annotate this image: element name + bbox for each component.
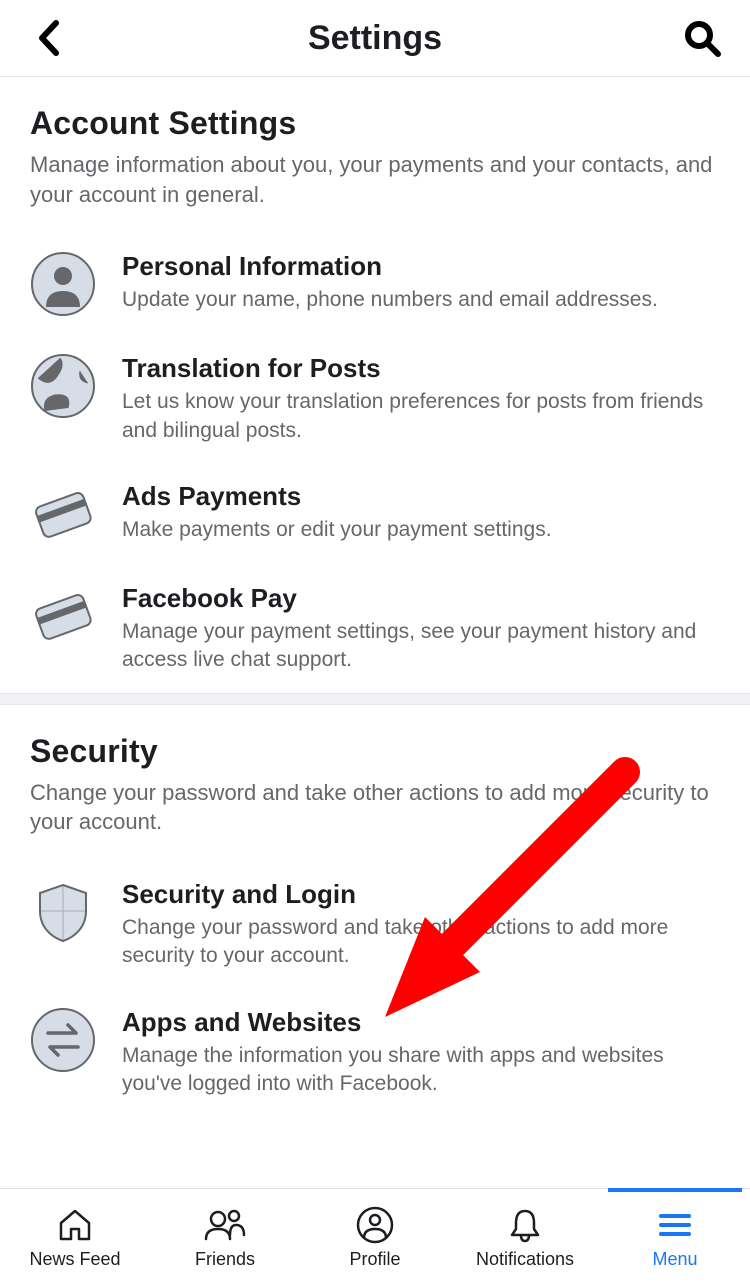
item-body: Translation for Posts Let us know your t…	[122, 353, 720, 445]
section-desc: Change your password and take other acti…	[30, 778, 720, 837]
item-facebook-pay[interactable]: Facebook Pay Manage your payment setting…	[0, 565, 750, 693]
section-divider	[0, 693, 750, 705]
section-desc: Manage information about you, your payme…	[30, 150, 720, 209]
tab-news-feed[interactable]: News Feed	[0, 1189, 150, 1286]
item-body: Ads Payments Make payments or edit your …	[122, 481, 720, 544]
item-desc: Manage your payment settings, see your p…	[122, 618, 720, 675]
item-title: Facebook Pay	[122, 583, 720, 614]
item-title: Apps and Websites	[122, 1007, 720, 1038]
chevron-left-icon	[36, 19, 60, 57]
tab-label: Friends	[195, 1249, 255, 1270]
item-translation[interactable]: Translation for Posts Let us know your t…	[0, 335, 750, 463]
item-title: Security and Login	[122, 879, 720, 910]
content: Account Settings Manage information abou…	[0, 77, 750, 1175]
item-title: Ads Payments	[122, 481, 720, 512]
item-desc: Change your password and take other acti…	[122, 914, 720, 971]
tab-label: Profile	[349, 1249, 400, 1270]
globe-icon	[30, 353, 96, 419]
item-ads-payments[interactable]: Ads Payments Make payments or edit your …	[0, 463, 750, 565]
tab-profile[interactable]: Profile	[300, 1189, 450, 1286]
section-title: Account Settings	[30, 105, 720, 142]
person-icon	[30, 251, 96, 317]
item-apps-websites[interactable]: Apps and Websites Manage the information…	[0, 989, 750, 1117]
tab-notifications[interactable]: Notifications	[450, 1189, 600, 1286]
page-title: Settings	[68, 19, 682, 58]
item-personal-information[interactable]: Personal Information Update your name, p…	[0, 233, 750, 335]
section-account-settings: Account Settings Manage information abou…	[0, 77, 750, 233]
tab-friends[interactable]: Friends	[150, 1189, 300, 1286]
tab-label: Notifications	[476, 1249, 574, 1270]
tab-label: Menu	[652, 1249, 697, 1270]
profile-icon	[355, 1205, 395, 1245]
swap-icon	[30, 1007, 96, 1073]
shield-icon	[30, 879, 96, 945]
item-security-login[interactable]: Security and Login Change your password …	[0, 861, 750, 989]
item-body: Security and Login Change your password …	[122, 879, 720, 971]
item-body: Personal Information Update your name, p…	[122, 251, 720, 314]
search-icon	[682, 18, 722, 58]
friends-icon	[203, 1205, 247, 1245]
card-icon	[30, 583, 96, 649]
back-button[interactable]	[28, 18, 68, 58]
bell-icon	[505, 1205, 545, 1245]
search-button[interactable]	[682, 18, 722, 58]
item-title: Personal Information	[122, 251, 720, 282]
home-icon	[55, 1205, 95, 1245]
header: Settings	[0, 0, 750, 77]
section-title: Security	[30, 733, 720, 770]
item-body: Apps and Websites Manage the information…	[122, 1007, 720, 1099]
item-desc: Update your name, phone numbers and emai…	[122, 286, 720, 314]
item-desc: Manage the information you share with ap…	[122, 1042, 720, 1099]
tab-bar: News Feed Friends Profile Notifications …	[0, 1188, 750, 1286]
tab-menu[interactable]: Menu	[600, 1189, 750, 1286]
item-title: Translation for Posts	[122, 353, 720, 384]
item-desc: Let us know your translation preferences…	[122, 388, 720, 445]
card-icon	[30, 481, 96, 547]
item-body: Facebook Pay Manage your payment setting…	[122, 583, 720, 675]
item-desc: Make payments or edit your payment setti…	[122, 516, 720, 544]
menu-icon	[655, 1205, 695, 1245]
tab-label: News Feed	[29, 1249, 120, 1270]
section-security: Security Change your password and take o…	[0, 705, 750, 861]
